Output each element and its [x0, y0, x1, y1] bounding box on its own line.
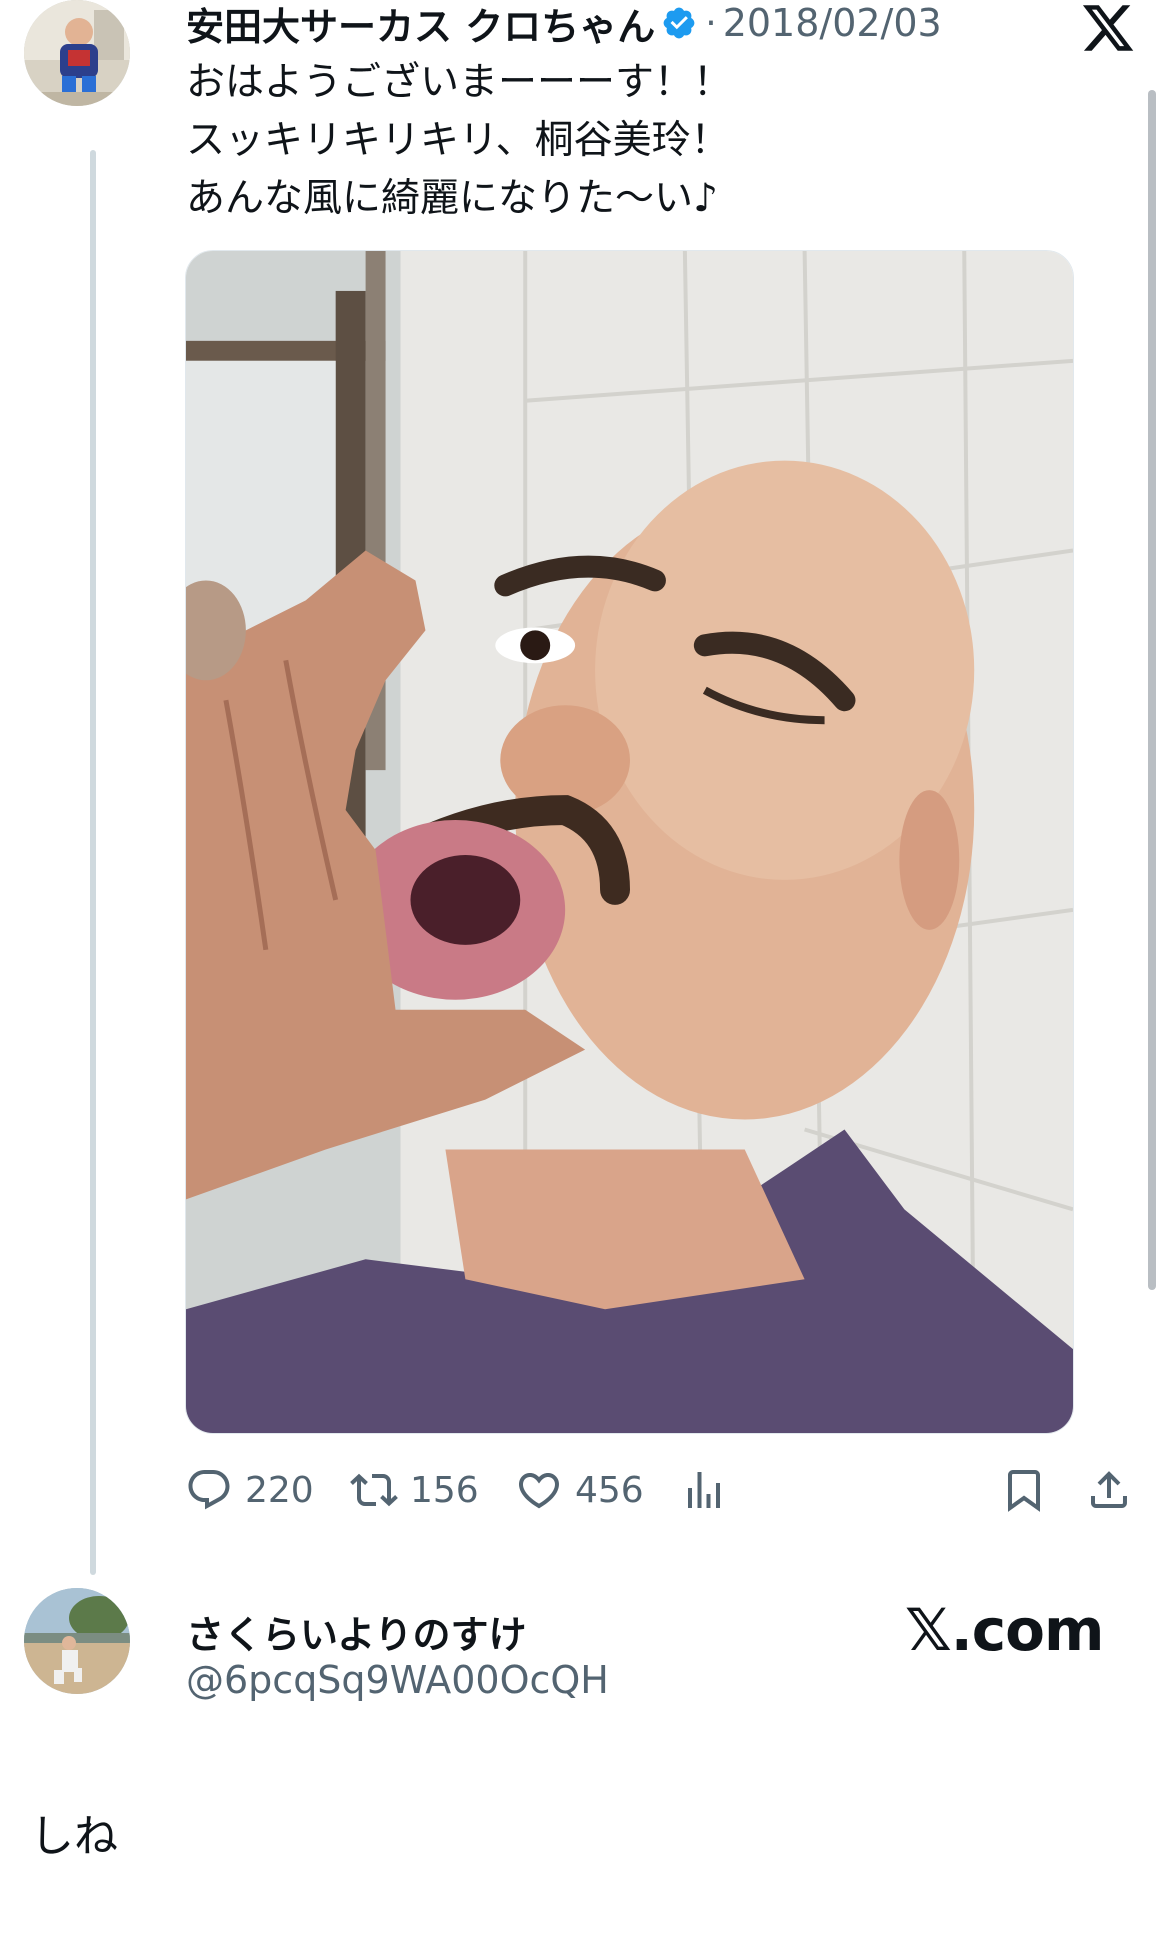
tweet-header: 安田大サーカス クロちゃん · 2018/02/03 [186, 0, 942, 49]
tweet-action-bar: 220 156 456 [185, 1455, 1135, 1525]
x-com-watermark: 𝕏.com [905, 1596, 1104, 1664]
reply-button[interactable]: 220 [185, 1455, 314, 1525]
thread-line [90, 150, 96, 1575]
reply-author-name[interactable]: さくらいよりのすけ [186, 1604, 526, 1659]
bookmark-icon [1000, 1466, 1048, 1514]
reply-author-avatar[interactable] [24, 1588, 130, 1694]
tweet-text-line: あんな風に綺麗になりた〜い♪ [186, 176, 718, 221]
share-button[interactable] [1085, 1455, 1145, 1525]
heart-icon [515, 1466, 563, 1514]
retweet-count: 156 [410, 1469, 479, 1511]
separator-dot: · [705, 2, 717, 44]
retweet-icon [350, 1466, 398, 1514]
tweet-text: おはようございまーーーす！！ スッキリキリキリ、桐谷美玲！ あんな風に綺麗になり… [186, 54, 1086, 228]
tweet-photo[interactable] [185, 250, 1074, 1434]
share-icon [1085, 1466, 1133, 1514]
views-chart-icon [680, 1466, 728, 1514]
reply-count: 220 [245, 1469, 314, 1511]
author-avatar[interactable] [24, 0, 130, 106]
reply-text: しね [30, 1811, 118, 1862]
reply-icon [185, 1466, 233, 1514]
verified-badge-icon [661, 5, 697, 41]
tweet-text-line: スッキリキリキリ、桐谷美玲！ [186, 118, 730, 163]
like-button[interactable]: 456 [515, 1455, 644, 1525]
x-logo-icon[interactable] [1078, 0, 1138, 56]
views-button[interactable] [680, 1455, 740, 1525]
reply-author-handle[interactable]: @6pcqSq9WA00OcQH [186, 1658, 609, 1702]
scroll-indicator[interactable] [1148, 90, 1156, 1290]
like-count: 456 [575, 1469, 644, 1511]
tweet-text-line: おはようございまーーーす！！ [186, 60, 733, 105]
retweet-button[interactable]: 156 [350, 1455, 479, 1525]
author-display-name[interactable]: 安田大サーカス クロちゃん [186, 0, 655, 51]
bookmark-button[interactable] [1000, 1455, 1060, 1525]
tweet-date[interactable]: 2018/02/03 [723, 1, 942, 45]
